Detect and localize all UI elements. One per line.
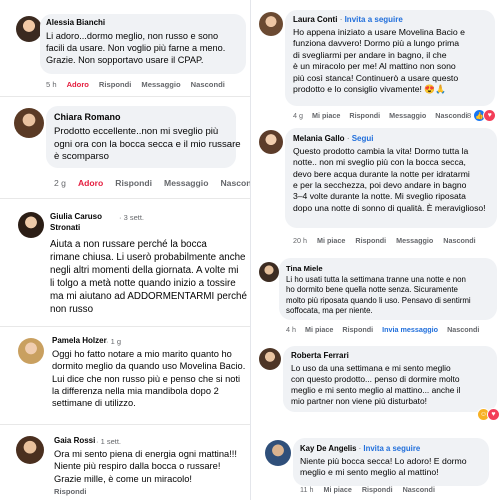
comment-text: Questo prodotto cambia la vita! Dormo tu…: [293, 146, 486, 213]
comment-author: Laura Conti · Invita a seguire: [293, 15, 403, 24]
left-comments-column: Alessia Bianchi Li adoro...dormo meglio,…: [0, 0, 259, 500]
comment-author[interactable]: Gaia Rossi: [54, 436, 95, 445]
divider: [0, 96, 250, 97]
like-button[interactable]: Mi piace: [305, 325, 333, 334]
comment-time[interactable]: · 1 sett.: [96, 437, 121, 446]
comment-text: Prodotto eccellente..non mi sveglio più …: [54, 126, 241, 163]
like-button[interactable]: Mi piace: [312, 111, 340, 120]
reaction-count: 8: [467, 111, 472, 120]
avatar[interactable]: [16, 16, 42, 42]
avatar[interactable]: [14, 108, 44, 138]
avatar[interactable]: [18, 338, 44, 364]
reply-button[interactable]: Rispondi: [342, 325, 373, 334]
avatar[interactable]: [16, 436, 44, 464]
comment-time[interactable]: · 1 g: [106, 337, 121, 346]
avatar[interactable]: [265, 440, 291, 466]
reply-button[interactable]: Rispondi: [99, 80, 131, 89]
message-button[interactable]: Messaggio: [389, 111, 426, 120]
like-button[interactable]: Adoro: [78, 178, 103, 188]
send-message-button[interactable]: Invia messaggio: [382, 325, 438, 334]
message-button[interactable]: Messaggio: [164, 178, 208, 188]
comment-time[interactable]: 4 h: [286, 325, 296, 334]
avatar[interactable]: [259, 12, 283, 36]
love-reaction-icon: ♥: [487, 408, 500, 421]
comment-actions: Rispondi: [54, 487, 86, 496]
avatar[interactable]: [259, 262, 279, 282]
comment-time[interactable]: 4 g: [293, 111, 303, 120]
comment-author[interactable]: Tina Miele: [286, 264, 323, 273]
comment-actions: 4 g Mi piace Rispondi Messaggio Nascondi: [293, 111, 468, 120]
comment-author[interactable]: Roberta Ferrari: [291, 351, 349, 360]
love-reaction-icon: ♥: [483, 109, 497, 122]
avatar[interactable]: [259, 130, 283, 154]
reply-button[interactable]: Rispondi: [54, 487, 86, 496]
comment-text: Ho appena iniziato a usare Movelina Baci…: [293, 27, 465, 95]
hide-button[interactable]: Nascondi: [443, 236, 475, 245]
reply-button[interactable]: Rispondi: [355, 236, 386, 245]
hide-button[interactable]: Nascondi: [447, 325, 479, 334]
like-button[interactable]: Mi piace: [323, 485, 351, 494]
comment-author: Melania Gallo · Segui: [293, 134, 374, 143]
comment-actions: 5 h Adoro Rispondi Messaggio Nascondi: [46, 80, 225, 89]
comment-time[interactable]: 11 h: [300, 485, 313, 494]
reply-button[interactable]: Rispondi: [349, 111, 380, 120]
hide-button[interactable]: Nascondi: [435, 111, 467, 120]
comment-time[interactable]: 5 h: [46, 80, 57, 89]
reply-button[interactable]: Rispondi: [115, 178, 152, 188]
hide-button[interactable]: Nascondi: [191, 80, 225, 89]
divider: [0, 326, 250, 327]
right-comments-column: Laura Conti · Invita a seguire Ho appena…: [250, 0, 500, 500]
comment-actions: 20 h Mi piace Rispondi Messaggio Nascond…: [293, 236, 476, 245]
comment-author: Kay De Angelis · Invita a seguire: [300, 444, 421, 453]
comment-author[interactable]: Alessia Bianchi: [46, 18, 105, 27]
follow-button[interactable]: Invita a seguire: [363, 444, 420, 453]
reactions-summary[interactable]: 8 👍 ♥: [467, 109, 497, 122]
comment-text: Niente più bocca secca! Lo adoro! E dorm…: [300, 456, 467, 478]
comment-text: Ora mi sento piena di energia ogni matti…: [54, 449, 237, 484]
comment-text: Lo uso da una settimana e mi sento megli…: [291, 363, 461, 407]
comment-time[interactable]: 20 h: [293, 236, 307, 245]
author-name[interactable]: Laura Conti: [293, 15, 337, 24]
comment-actions: 11 h Mi piace Rispondi Nascondi: [300, 485, 435, 494]
hide-button[interactable]: Nascondi: [403, 485, 435, 494]
author-name[interactable]: Kay De Angelis: [300, 444, 356, 453]
comment-actions: 2 g Adoro Rispondi Messaggio Nascondi: [54, 178, 259, 188]
comment-actions: 4 h Mi piace Rispondi Invia messaggio Na…: [286, 325, 479, 334]
reactions-summary[interactable]: ☺ ♥: [477, 408, 500, 421]
avatar[interactable]: [18, 212, 44, 238]
comment-text: Oggi ho fatto notare a mio marito quanto…: [52, 349, 246, 409]
like-button[interactable]: Mi piace: [317, 236, 345, 245]
comment-author[interactable]: Pamela Holzer: [52, 336, 107, 345]
comment-text: Li ho usati tutta la settimana tranne un…: [286, 275, 471, 316]
reply-button[interactable]: Rispondi: [362, 485, 393, 494]
comment-time[interactable]: 2 g: [54, 178, 66, 188]
comment-time[interactable]: · 3 sett.: [119, 213, 144, 222]
comment-author[interactable]: Chiara Romano: [54, 112, 121, 122]
comment-text: Li adoro...dormo meglio, non russo e son…: [46, 31, 226, 66]
follow-button[interactable]: Segui: [352, 134, 374, 143]
comment-text: Aiuta a non russare perché la bocca rima…: [50, 239, 247, 315]
author-name[interactable]: Melania Gallo: [293, 134, 345, 143]
avatar[interactable]: [259, 348, 281, 370]
message-button[interactable]: Messaggio: [141, 80, 180, 89]
divider: [0, 198, 250, 199]
follow-button[interactable]: Invita a seguire: [345, 15, 403, 24]
comment-author[interactable]: Giulia Caruso: [50, 212, 102, 221]
like-button[interactable]: Adoro: [67, 80, 89, 89]
comment-author-continued[interactable]: Stronati: [50, 223, 80, 232]
message-button[interactable]: Messaggio: [396, 236, 433, 245]
divider: [0, 424, 250, 425]
